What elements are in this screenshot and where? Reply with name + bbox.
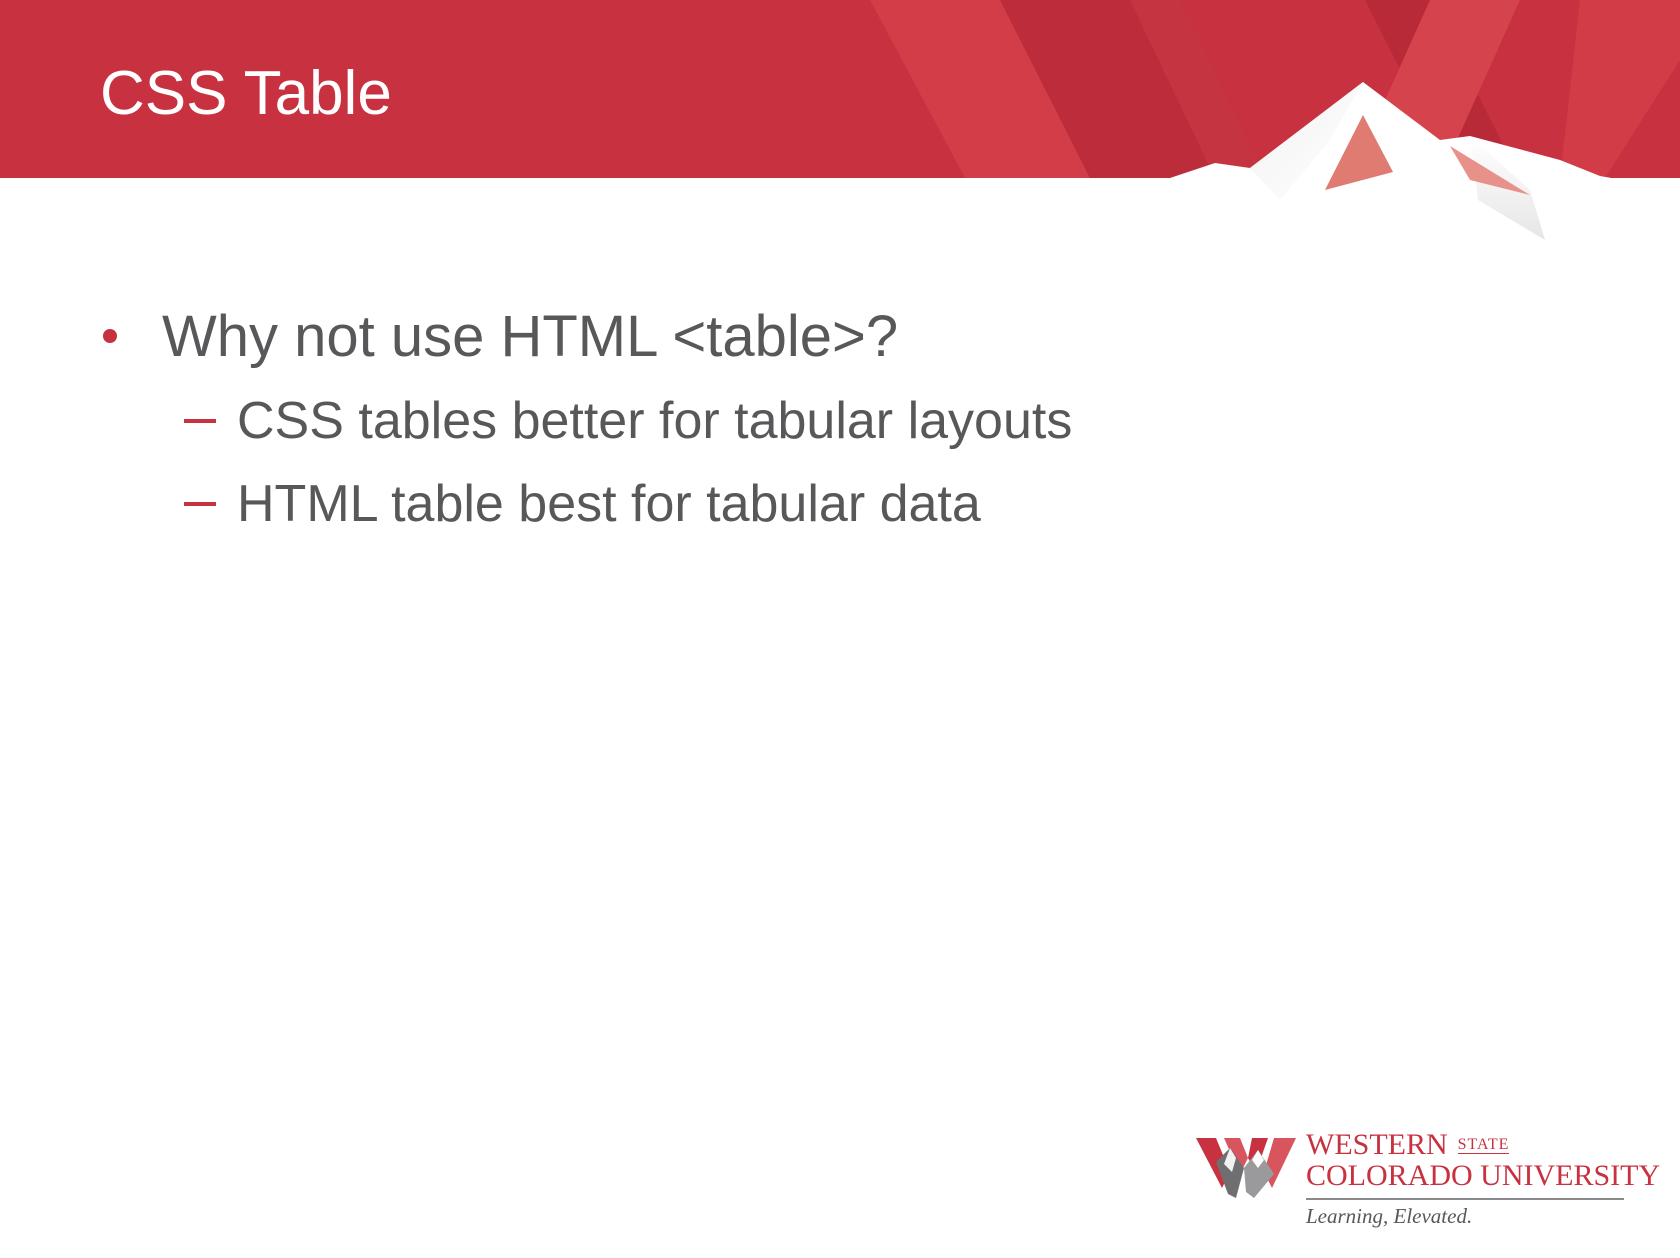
logo-word-western: WESTERN — [1306, 1128, 1448, 1161]
sub-bullet-text: HTML table best for tabular data — [237, 475, 981, 533]
logo-tagline: Learning, Elevated. — [1306, 1204, 1473, 1228]
bullet-dot-icon — [103, 329, 117, 343]
university-logo: WESTERN STATE COLORADO UNIVERSITY Learnin… — [1196, 1128, 1660, 1233]
slide: CSS Table Why not use HTML <table>? CSS … — [0, 0, 1680, 1258]
sub-bullet-text: CSS tables better for tabular layouts — [237, 392, 1073, 450]
dash-bullet-icon — [184, 502, 216, 506]
header-banner — [0, 0, 1680, 260]
logo-word-state: STATE — [1457, 1136, 1510, 1154]
slide-title: CSS Table — [100, 59, 392, 128]
logo-name-line1: WESTERN STATE — [1306, 1128, 1510, 1162]
logo-name-line2: COLORADO UNIVERSITY — [1306, 1159, 1661, 1192]
mountain-w-logo-icon — [1196, 1138, 1296, 1198]
bullet-text: Why not use HTML <table>? — [162, 304, 899, 369]
logo-divider — [1306, 1198, 1624, 1200]
dash-bullet-icon — [184, 419, 216, 423]
